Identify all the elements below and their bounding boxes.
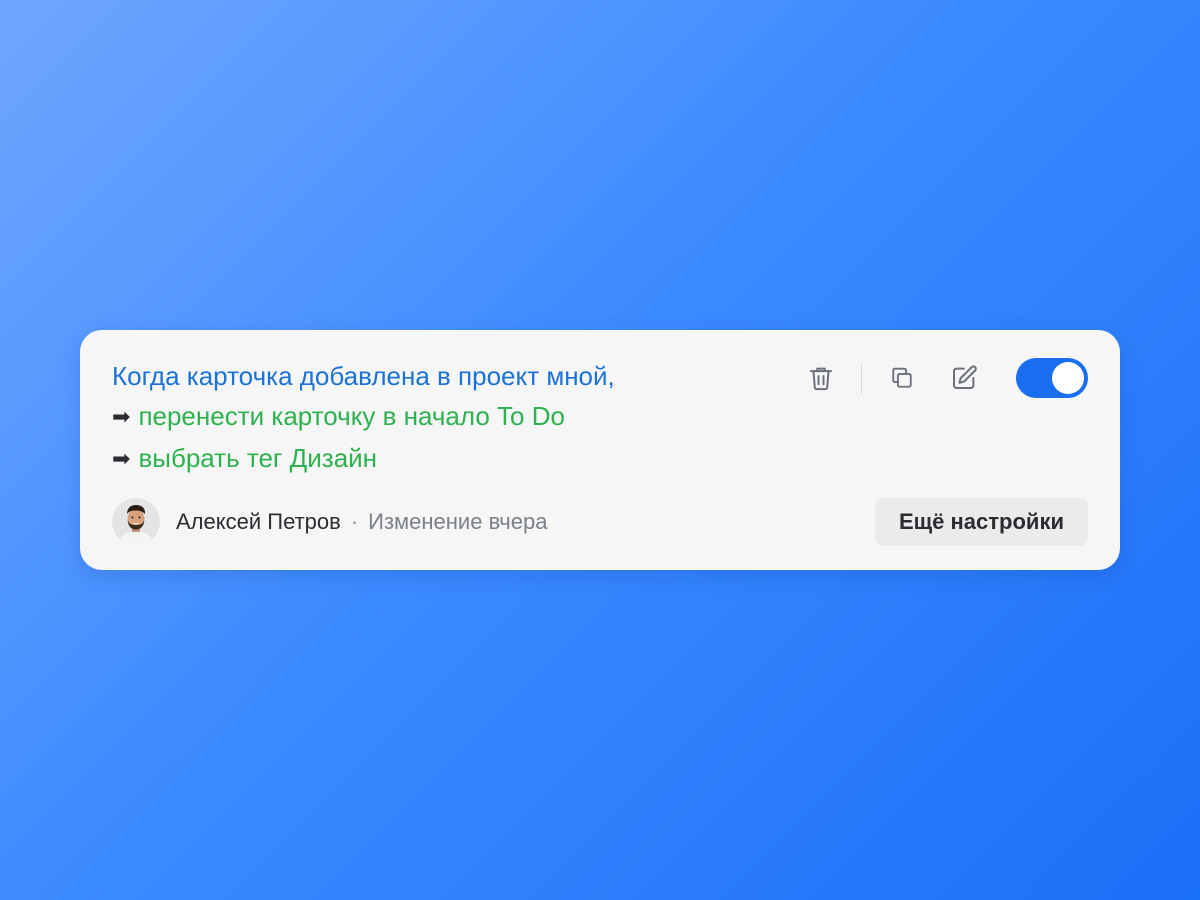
avatar-image — [112, 498, 160, 546]
rule-action-2: ➡ выбрать тег Дизайн — [112, 438, 615, 480]
rule-action-2-text: выбрать тег Дизайн — [138, 443, 378, 473]
rule-toolbar — [801, 358, 1088, 398]
meta-separator: · — [350, 509, 359, 534]
modified-time: Изменение вчера — [368, 509, 548, 534]
toggle-knob — [1052, 362, 1084, 394]
toolbar-divider — [861, 362, 862, 394]
copy-icon — [892, 367, 912, 388]
delete-button[interactable] — [801, 358, 841, 398]
author-name: Алексей Петров — [176, 509, 341, 534]
rule-enabled-toggle[interactable] — [1016, 358, 1088, 398]
rule-action-1-text: перенести карточку в начало To Do — [138, 401, 565, 431]
duplicate-button[interactable] — [882, 358, 922, 398]
more-settings-button[interactable]: Ещё настройки — [874, 498, 1088, 546]
edit-button[interactable] — [944, 358, 984, 398]
rule-footer: Алексей Петров · Изменение вчера Ещё нас… — [112, 498, 1088, 546]
arrow-right-icon: ➡ — [112, 447, 131, 472]
arrow-right-icon: ➡ — [112, 405, 131, 430]
avatar[interactable] — [112, 498, 160, 546]
automation-rule-card: Когда карточка добавлена в проект мной, … — [80, 330, 1120, 570]
trash-icon — [810, 367, 832, 391]
rule-trigger: Когда карточка добавлена в проект мной, — [112, 361, 615, 391]
pencil-icon — [953, 365, 977, 389]
rule-description: Когда карточка добавлена в проект мной, … — [112, 356, 615, 480]
rule-action-1: ➡ перенести карточку в начало To Do — [112, 396, 615, 438]
